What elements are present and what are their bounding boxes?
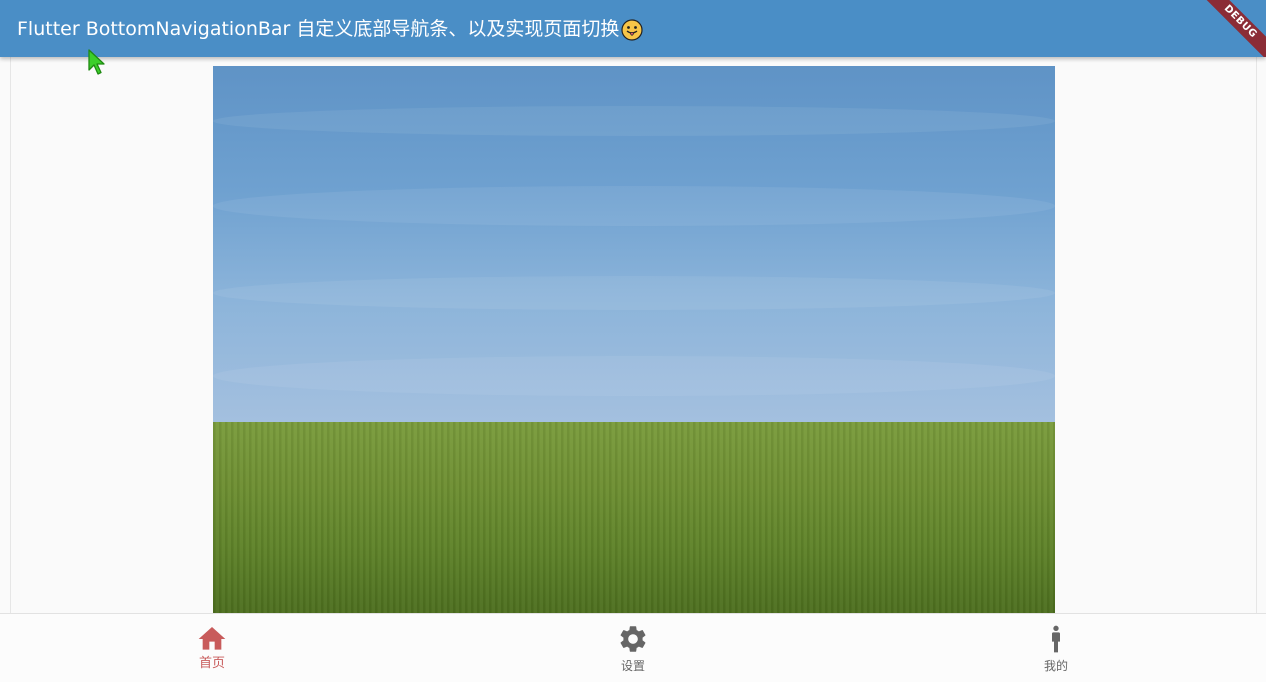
tongue-out-face-icon xyxy=(621,19,643,41)
nav-label-profile: 我的 xyxy=(1043,659,1068,673)
gear-icon xyxy=(620,626,646,652)
nav-item-settings[interactable]: 设置 xyxy=(563,614,703,682)
bottom-navigation-bar: 首页 设置 我的 xyxy=(0,613,1266,682)
grass-field xyxy=(213,422,1055,613)
page-title-text: Flutter BottomNavigationBar 自定义底部导航条、以及实… xyxy=(17,18,620,40)
page-title: Flutter BottomNavigationBar 自定义底部导航条、以及实… xyxy=(17,14,643,44)
person-icon xyxy=(1052,625,1060,653)
nav-label-home: 首页 xyxy=(198,656,225,671)
home-icon xyxy=(198,627,226,650)
app-bar: Flutter BottomNavigationBar 自定义底部导航条、以及实… xyxy=(0,0,1266,57)
debug-banner: DEBUG xyxy=(1198,0,1266,57)
nav-item-profile[interactable]: 我的 xyxy=(986,614,1126,682)
page-body xyxy=(0,57,1266,613)
nav-item-home[interactable]: 首页 xyxy=(142,614,282,682)
sky-area xyxy=(213,66,1055,424)
nav-label-settings: 设置 xyxy=(620,659,645,673)
mouse-cursor-icon xyxy=(88,49,105,75)
landscape-image xyxy=(213,66,1055,613)
left-divider xyxy=(10,57,11,613)
right-divider xyxy=(1256,57,1257,613)
